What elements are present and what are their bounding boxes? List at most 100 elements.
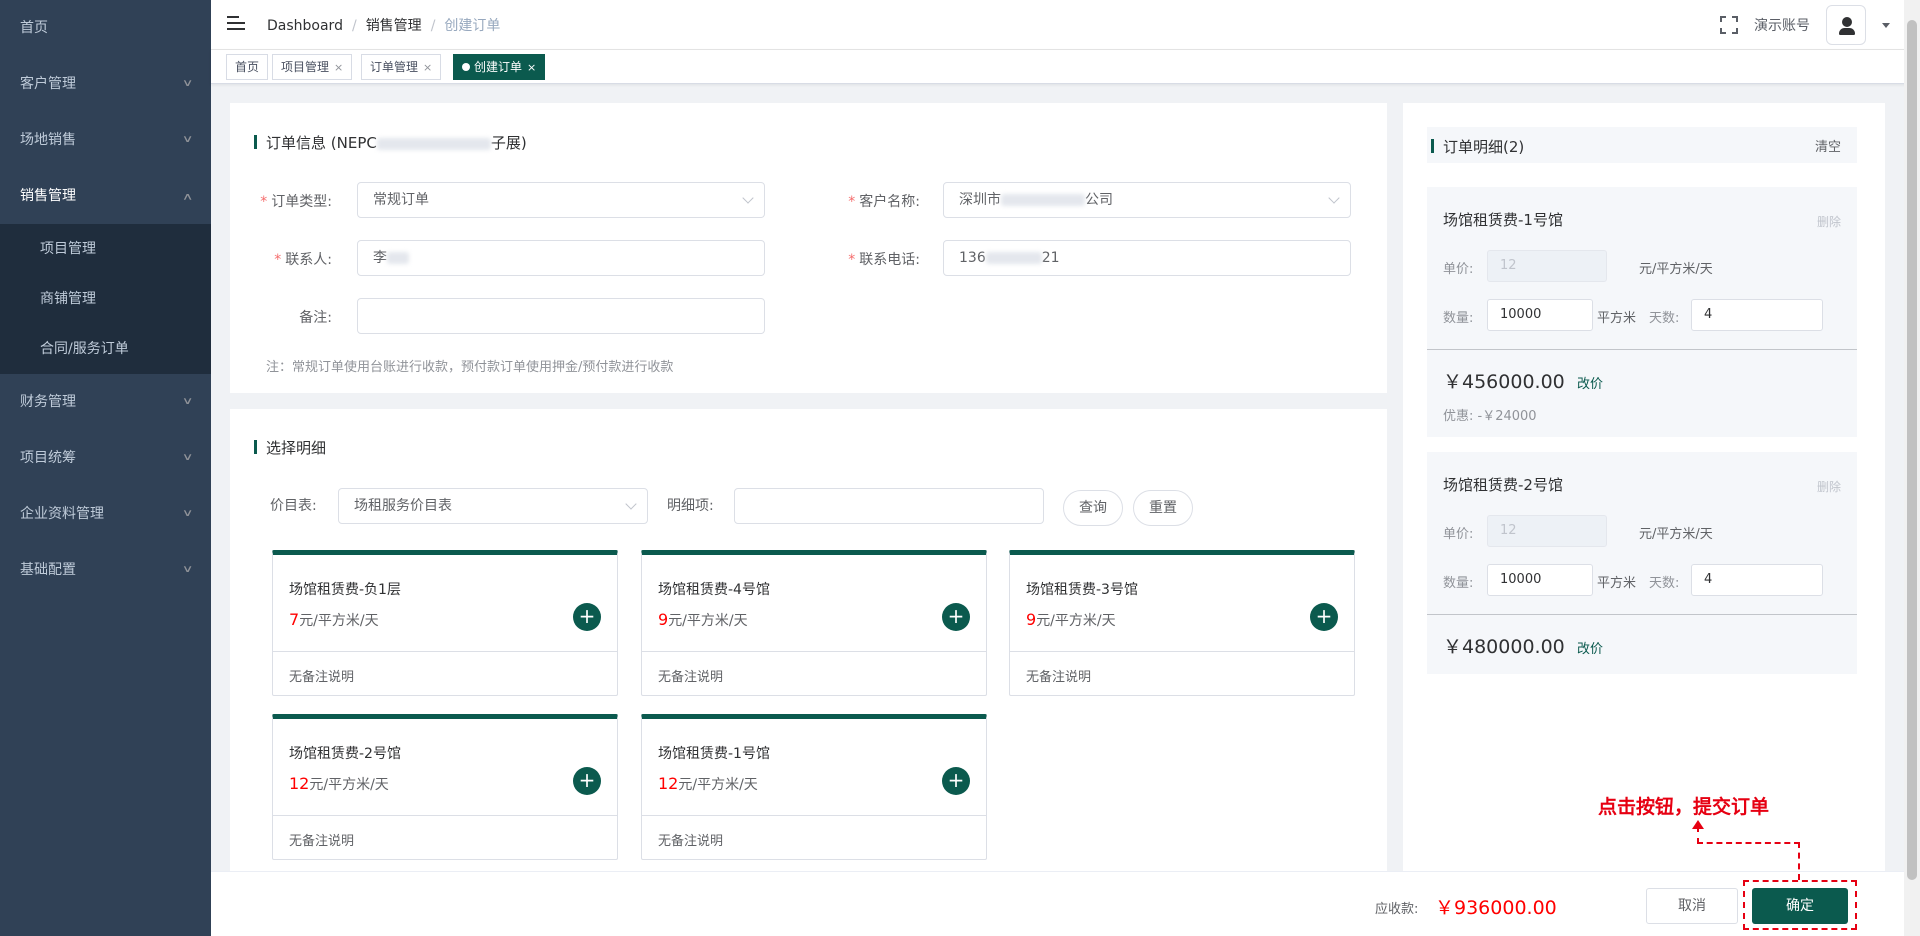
sidebar-item-sales[interactable]: 销售管理 ∨ xyxy=(0,168,211,224)
delete-button[interactable]: 删除 xyxy=(1817,213,1841,230)
chevron-down-icon: ∨ xyxy=(181,396,194,407)
qty-input[interactable]: 10000 xyxy=(1487,564,1593,596)
contact-input[interactable]: 李 xyxy=(357,240,765,276)
query-button[interactable]: 查询 xyxy=(1063,490,1123,526)
days-input[interactable]: 4 xyxy=(1691,299,1823,331)
reset-button[interactable]: 重置 xyxy=(1133,490,1193,526)
customer-name-label: * 客户名称: xyxy=(848,194,920,210)
sidebar-item-label: 企业资料管理 xyxy=(20,506,104,522)
contact-label: * 联系人: xyxy=(274,252,332,268)
caret-down-icon[interactable] xyxy=(1882,22,1890,28)
days-input[interactable]: 4 xyxy=(1691,564,1823,596)
card-name: 场馆租赁费-4号馆 xyxy=(658,582,770,598)
scrollbar-thumb[interactable] xyxy=(1907,20,1917,880)
card-price: 9元/平方米/天 xyxy=(658,610,748,629)
add-icon[interactable]: + xyxy=(573,767,601,795)
price-unit: 元/平方米/天 xyxy=(1639,527,1713,542)
sidebar-subitem-shops[interactable]: 商铺管理 xyxy=(0,274,211,324)
tag-home[interactable]: 首页 xyxy=(226,54,269,80)
chevron-down-icon xyxy=(625,498,637,510)
tag-create-order[interactable]: 创建订单 × xyxy=(453,54,546,80)
line-item-name: 场馆租赁费-2号馆 xyxy=(1443,476,1563,494)
sidebar-item-label: 项目统筹 xyxy=(20,450,76,466)
edit-price-button[interactable]: 改价 xyxy=(1577,638,1603,657)
customer-name-select[interactable]: 深圳市 公司 xyxy=(943,182,1351,218)
add-icon[interactable]: + xyxy=(942,603,970,631)
tag-orders[interactable]: 订单管理 × xyxy=(361,54,442,80)
sidebar-item-config[interactable]: 基础配置 ∨ xyxy=(0,542,211,598)
sidebar-subitem-projects[interactable]: 项目管理 xyxy=(0,224,211,274)
price-unit: 元/平方米/天 xyxy=(1639,262,1713,277)
cancel-button[interactable]: 取消 xyxy=(1646,888,1738,924)
breadcrumb-current: 创建订单 xyxy=(444,18,501,34)
phone-label: * 联系电话: xyxy=(848,252,920,268)
select-detail-title: 选择明细 xyxy=(254,437,326,458)
qty-input[interactable]: 10000 xyxy=(1487,299,1593,331)
card-note: 无备注说明 xyxy=(1026,670,1092,685)
sidebar-item-label: 财务管理 xyxy=(20,394,76,410)
sidebar-item-label: 销售管理 xyxy=(20,188,76,204)
sidebar-item-venue-sales[interactable]: 场地销售 ∨ xyxy=(0,112,211,168)
discount-text: 优惠: -￥24000 xyxy=(1443,409,1537,424)
breadcrumb-sales[interactable]: 销售管理 xyxy=(366,18,422,34)
sidebar: 首页 客户管理 ∨ 场地销售 ∨ 销售管理 ∨ 项目管理 商铺管理 合同/服务订单 财… xyxy=(0,0,211,936)
service-card: 场馆租赁费-3号馆 9元/平方米/天 + 无备注说明 xyxy=(1009,550,1355,696)
add-icon[interactable]: + xyxy=(1310,603,1338,631)
service-card: 场馆租赁费-4号馆 9元/平方米/天 + 无备注说明 xyxy=(641,550,987,696)
delete-button[interactable]: 删除 xyxy=(1817,478,1841,495)
breadcrumb: Dashboard / 销售管理 / 创建订单 xyxy=(267,18,501,34)
order-detail-panel: 订单明细(2) 清空 场馆租赁费-1号馆 删除 单价: 12 元/平方米/天 数… xyxy=(1403,103,1885,871)
line-item-name: 场馆租赁费-1号馆 xyxy=(1443,211,1563,229)
unit-price-input: 12 xyxy=(1487,515,1607,547)
close-icon[interactable]: × xyxy=(423,61,432,74)
chevron-down-icon xyxy=(742,192,754,204)
sidebar-item-company-data[interactable]: 企业资料管理 ∨ xyxy=(0,486,211,542)
item-label: 明细项: xyxy=(667,498,714,514)
menu-toggle-icon[interactable] xyxy=(227,16,245,32)
close-icon[interactable]: × xyxy=(334,61,343,74)
qty-label: 数量: xyxy=(1443,311,1474,326)
clear-button[interactable]: 清空 xyxy=(1815,136,1841,155)
card-note: 无备注说明 xyxy=(289,670,355,685)
price-list-select[interactable]: 场租服务价目表 xyxy=(338,488,648,524)
price-list-label: 价目表: xyxy=(270,498,317,514)
close-icon[interactable]: × xyxy=(527,61,536,74)
annotation-line xyxy=(1798,842,1800,880)
tags-view: 首页 项目管理 × 订单管理 × 创建订单 × xyxy=(211,50,1920,84)
card-note: 无备注说明 xyxy=(289,834,355,849)
add-icon[interactable]: + xyxy=(942,767,970,795)
sidebar-item-label: 场地销售 xyxy=(20,132,76,148)
sidebar-item-label: 首页 xyxy=(20,20,48,36)
sidebar-item-planning[interactable]: 项目统筹 ∨ xyxy=(0,430,211,486)
days-label: 天数: xyxy=(1649,576,1680,591)
sidebar-item-customer[interactable]: 客户管理 ∨ xyxy=(0,56,211,112)
remark-input[interactable] xyxy=(357,298,765,334)
service-card: 场馆租赁费-1号馆 12元/平方米/天 + 无备注说明 xyxy=(641,714,987,860)
days-label: 天数: xyxy=(1649,311,1680,326)
order-line-item: 场馆租赁费-1号馆 删除 单价: 12 元/平方米/天 数量: 10000 平方… xyxy=(1427,187,1857,437)
tag-projects[interactable]: 项目管理 × xyxy=(272,54,353,80)
line-item-total: ￥456000.00 xyxy=(1443,371,1565,393)
navbar: Dashboard / 销售管理 / 创建订单 演示账号 xyxy=(211,0,1920,50)
order-type-select[interactable]: 常规订单 xyxy=(357,182,765,218)
chevron-down-icon xyxy=(1328,192,1340,204)
card-note: 无备注说明 xyxy=(658,834,724,849)
order-detail-title: 订单明细(2) xyxy=(1431,136,1524,157)
avatar[interactable] xyxy=(1826,5,1866,45)
receivable-label: 应收款: xyxy=(1375,902,1419,917)
edit-price-button[interactable]: 改价 xyxy=(1577,373,1603,392)
item-search-input[interactable] xyxy=(734,488,1044,524)
tag-label: 项目管理 xyxy=(281,60,330,74)
sidebar-item-finance[interactable]: 财务管理 ∨ xyxy=(0,374,211,430)
add-icon[interactable]: + xyxy=(573,603,601,631)
annotation-frame xyxy=(1743,880,1857,930)
fullscreen-icon[interactable] xyxy=(1720,16,1738,34)
sidebar-item-home[interactable]: 首页 xyxy=(0,0,211,56)
phone-input[interactable]: 136 21 xyxy=(943,240,1351,276)
breadcrumb-dashboard[interactable]: Dashboard xyxy=(267,18,343,34)
card-price: 12元/平方米/天 xyxy=(289,774,389,793)
sidebar-subitem-contracts[interactable]: 合同/服务订单 xyxy=(0,324,211,374)
card-name: 场馆租赁费-2号馆 xyxy=(289,746,401,762)
card-name: 场馆租赁费-1号馆 xyxy=(658,746,770,762)
account-name: 演示账号 xyxy=(1754,18,1810,34)
